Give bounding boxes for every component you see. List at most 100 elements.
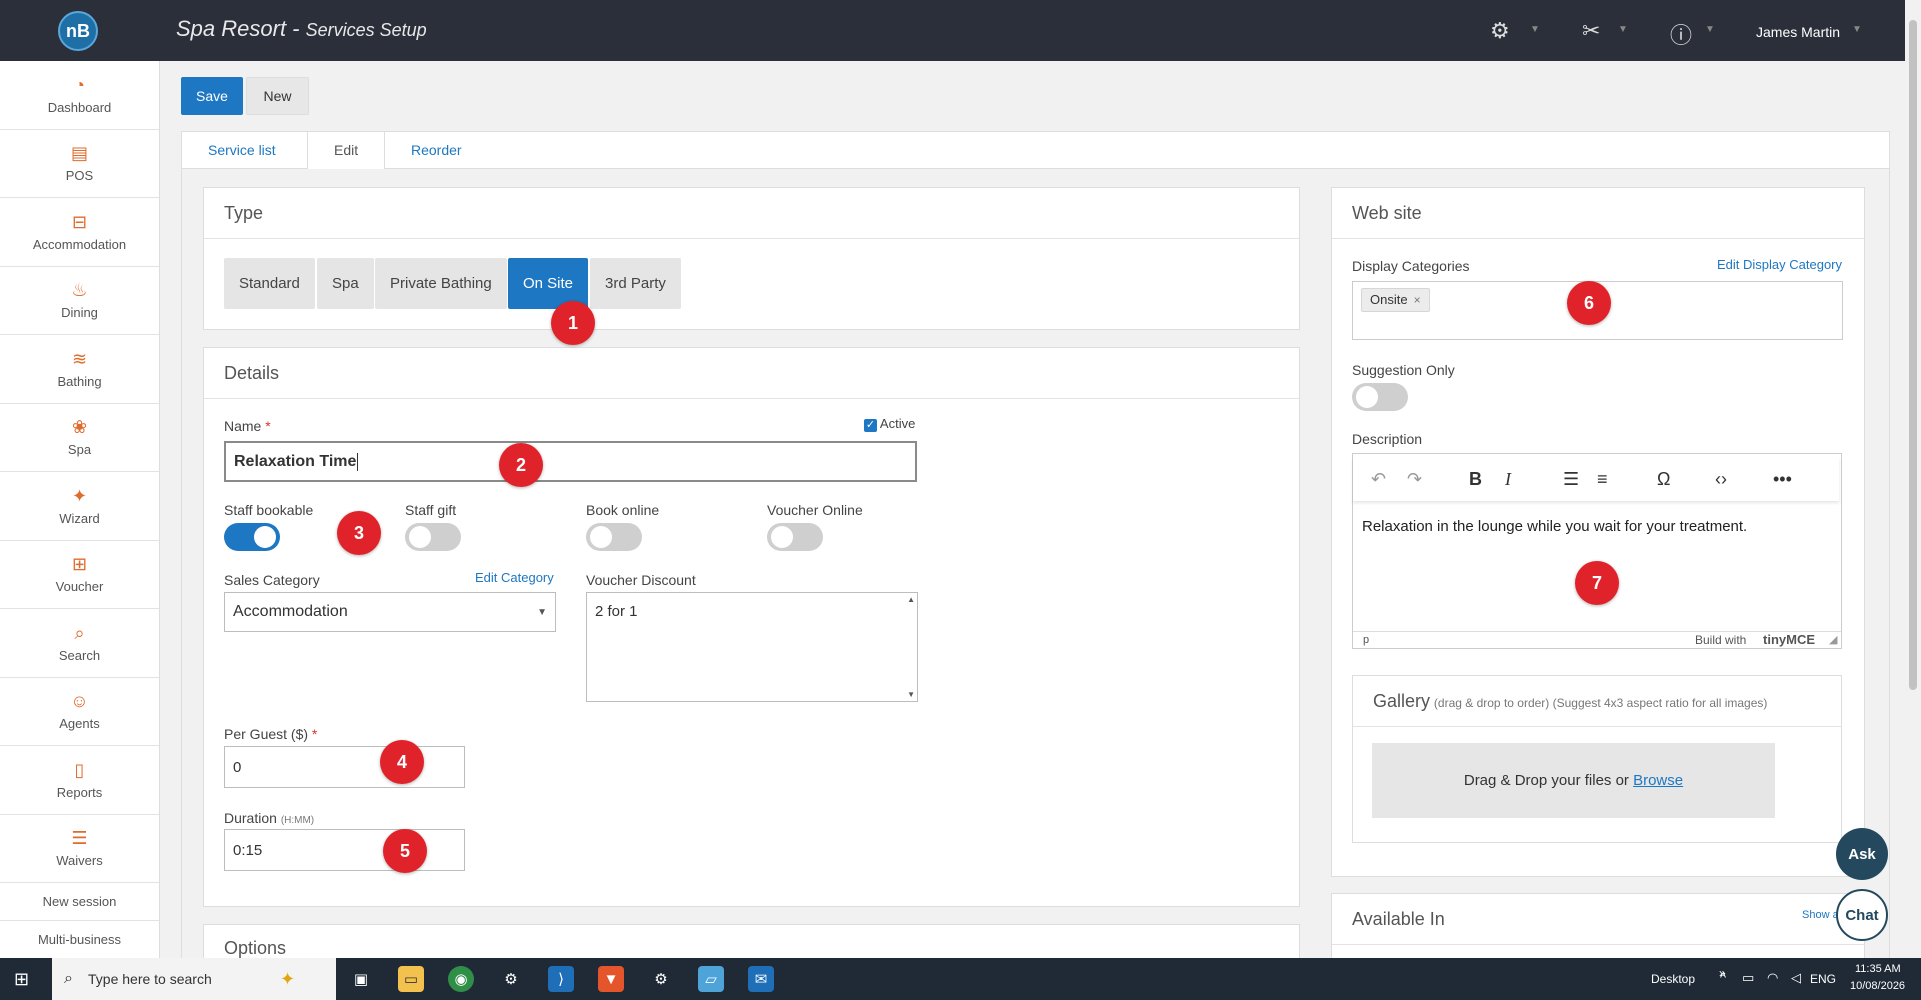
logo[interactable]: nB xyxy=(58,11,98,51)
active-checkbox[interactable]: ✓ Active xyxy=(864,416,915,432)
sales-category-select[interactable]: Accommodation ▼ xyxy=(224,592,556,632)
app-icon[interactable]: ⚙ xyxy=(498,966,524,992)
staff-gift-toggle[interactable] xyxy=(405,523,461,551)
type-standard-button[interactable]: Standard xyxy=(224,258,315,309)
help-icon[interactable]: ⓘ xyxy=(1670,18,1692,50)
page-name: Services Setup xyxy=(305,20,427,40)
bold-icon[interactable]: B xyxy=(1469,469,1482,490)
source-code-icon[interactable]: ‹› xyxy=(1715,469,1727,490)
sidebar-item-agents[interactable]: ☺ Agents xyxy=(0,678,159,746)
description-content[interactable]: Relaxation in the lounge while you wait … xyxy=(1362,518,1747,535)
new-button[interactable]: New xyxy=(246,77,309,115)
sidebar-item-voucher[interactable]: ⊞ Voucher xyxy=(0,541,159,609)
per-guest-label-text: Per Guest ($) xyxy=(224,726,309,742)
description-label: Description xyxy=(1352,431,1423,447)
redo-icon[interactable]: ↷ xyxy=(1407,469,1422,490)
tray-expand-icon[interactable]: ^ xyxy=(1720,970,1726,985)
name-input[interactable]: Relaxation Time xyxy=(224,441,917,482)
chevron-down-icon[interactable]: ▼ xyxy=(1852,24,1862,35)
brave-icon[interactable]: ▼ xyxy=(598,966,624,992)
ask-button[interactable]: Ask xyxy=(1836,828,1888,880)
tab-reorder[interactable]: Reorder xyxy=(385,132,488,169)
more-icon[interactable]: ••• xyxy=(1773,469,1792,490)
bullet-list-icon[interactable]: ☰ xyxy=(1563,469,1579,490)
sidebar-item-bathing[interactable]: ≋ Bathing xyxy=(0,335,159,404)
sidebar-item-wizard[interactable]: ✦ Wizard xyxy=(0,472,159,541)
duration-input[interactable]: 0:15 xyxy=(224,829,465,871)
scroll-down-icon[interactable]: ▼ xyxy=(907,690,915,699)
taskbar-search[interactable]: ⌕ Type here to search ✦ xyxy=(52,958,336,1000)
language-indicator[interactable]: ENG xyxy=(1810,972,1836,986)
volume-icon[interactable]: ◁ xyxy=(1791,970,1801,986)
chevron-down-icon[interactable]: ▼ xyxy=(1705,24,1715,35)
sidebar-item-dining[interactable]: ♨ Dining xyxy=(0,267,159,335)
tab-service-list[interactable]: Service list xyxy=(182,132,302,169)
type-3rd-party-button[interactable]: 3rd Party xyxy=(590,258,681,309)
italic-icon[interactable]: I xyxy=(1505,469,1511,490)
checkbox-checked-icon[interactable]: ✓ xyxy=(864,419,877,432)
staff-gift-label: Staff gift xyxy=(405,502,457,518)
desktop-label[interactable]: Desktop xyxy=(1651,972,1695,986)
duration-hint: (H:MM) xyxy=(280,815,315,826)
chrome-icon[interactable]: ◉ xyxy=(448,966,474,992)
staff-bookable-toggle[interactable] xyxy=(224,523,280,551)
vscode-icon[interactable]: ⟩ xyxy=(548,966,574,992)
remove-icon[interactable]: × xyxy=(1414,293,1421,307)
scroll-up-icon[interactable]: ▲ xyxy=(907,595,915,604)
scrollbar-thumb[interactable] xyxy=(1909,20,1917,690)
windows-taskbar: ⊞ ⌕ Type here to search ✦ ▣ ▭ ◉ ⚙ ⟩ ▼ ⚙ … xyxy=(0,958,1921,1000)
gauge-icon: ◔ xyxy=(74,74,85,95)
sidebar-item-spa[interactable]: ❀ Spa xyxy=(0,404,159,472)
wifi-icon[interactable]: ◠ xyxy=(1767,970,1778,986)
chevron-down-icon[interactable]: ▼ xyxy=(1530,24,1540,35)
numbered-list-icon[interactable]: ≡ xyxy=(1597,469,1608,490)
dropzone[interactable]: Drag & Drop your files or Browse xyxy=(1372,743,1775,818)
gears-icon[interactable]: ⚙ xyxy=(1490,18,1510,44)
duration-label: Duration (H:MM) xyxy=(224,810,314,826)
show-all-link[interactable]: Show a xyxy=(1802,909,1839,921)
toggle-knob xyxy=(771,526,793,548)
per-guest-input[interactable]: 0 xyxy=(224,746,465,788)
annotation-badge: 7 xyxy=(1575,561,1619,605)
sales-category-label: Sales Category xyxy=(224,572,320,588)
multi-business-link[interactable]: Multi-business xyxy=(0,921,159,959)
task-view-icon[interactable]: ▣ xyxy=(348,966,374,992)
sidebar-item-waivers[interactable]: ☰ Waivers xyxy=(0,815,159,883)
tab-edit[interactable]: Edit xyxy=(307,132,386,169)
type-private-bathing-button[interactable]: Private Bathing xyxy=(375,258,507,309)
edit-display-category-link[interactable]: Edit Display Category xyxy=(1717,257,1842,272)
clock-time[interactable]: 11:35 AM xyxy=(1855,963,1901,975)
voucher-discount-textarea[interactable]: 2 for 1 ▲ ▼ xyxy=(586,592,918,702)
sidebar-item-search[interactable]: ⌕ Search xyxy=(0,609,159,678)
chevron-down-icon[interactable]: ▼ xyxy=(1618,24,1628,35)
battery-icon[interactable]: ▭ xyxy=(1742,970,1754,986)
file-explorer-icon[interactable]: ▭ xyxy=(398,966,424,992)
suggestion-only-toggle[interactable] xyxy=(1352,383,1408,411)
voucher-discount-label: Voucher Discount xyxy=(586,572,696,588)
special-character-icon[interactable]: Ω xyxy=(1657,469,1670,490)
sidebar-item-reports[interactable]: ▯ Reports xyxy=(0,746,159,815)
type-spa-button[interactable]: Spa xyxy=(317,258,374,309)
outlook-icon[interactable]: ✉ xyxy=(748,966,774,992)
sidebar-item-pos[interactable]: ▤ POS xyxy=(0,130,159,198)
user-menu[interactable]: James Martin xyxy=(1756,24,1840,40)
save-button[interactable]: Save xyxy=(181,77,243,115)
tools-icon[interactable]: ✂ xyxy=(1582,18,1600,44)
chat-button[interactable]: Chat xyxy=(1836,889,1888,941)
clock-date[interactable]: 10/08/2026 xyxy=(1850,980,1905,992)
sidebar-item-label: Dining xyxy=(61,305,98,321)
sidebar-item-accommodation[interactable]: ⊟ Accommodation xyxy=(0,198,159,267)
edit-category-link[interactable]: Edit Category xyxy=(475,570,554,585)
new-session-link[interactable]: New session xyxy=(0,883,159,921)
sidebar-item-dashboard[interactable]: ◔ Dashboard xyxy=(0,61,159,130)
voucher-online-toggle[interactable] xyxy=(767,523,823,551)
category-chip: Onsite × xyxy=(1361,288,1430,312)
undo-icon[interactable]: ↶ xyxy=(1371,469,1386,490)
sidebar-item-label: Accommodation xyxy=(32,236,127,252)
windows-start-icon[interactable]: ⊞ xyxy=(14,969,29,990)
browse-link[interactable]: Browse xyxy=(1633,772,1683,789)
resize-handle-icon[interactable]: ◢ xyxy=(1829,633,1837,646)
book-online-toggle[interactable] xyxy=(586,523,642,551)
settings-icon[interactable]: ⚙ xyxy=(648,966,674,992)
notepad-icon[interactable]: ▱ xyxy=(698,966,724,992)
